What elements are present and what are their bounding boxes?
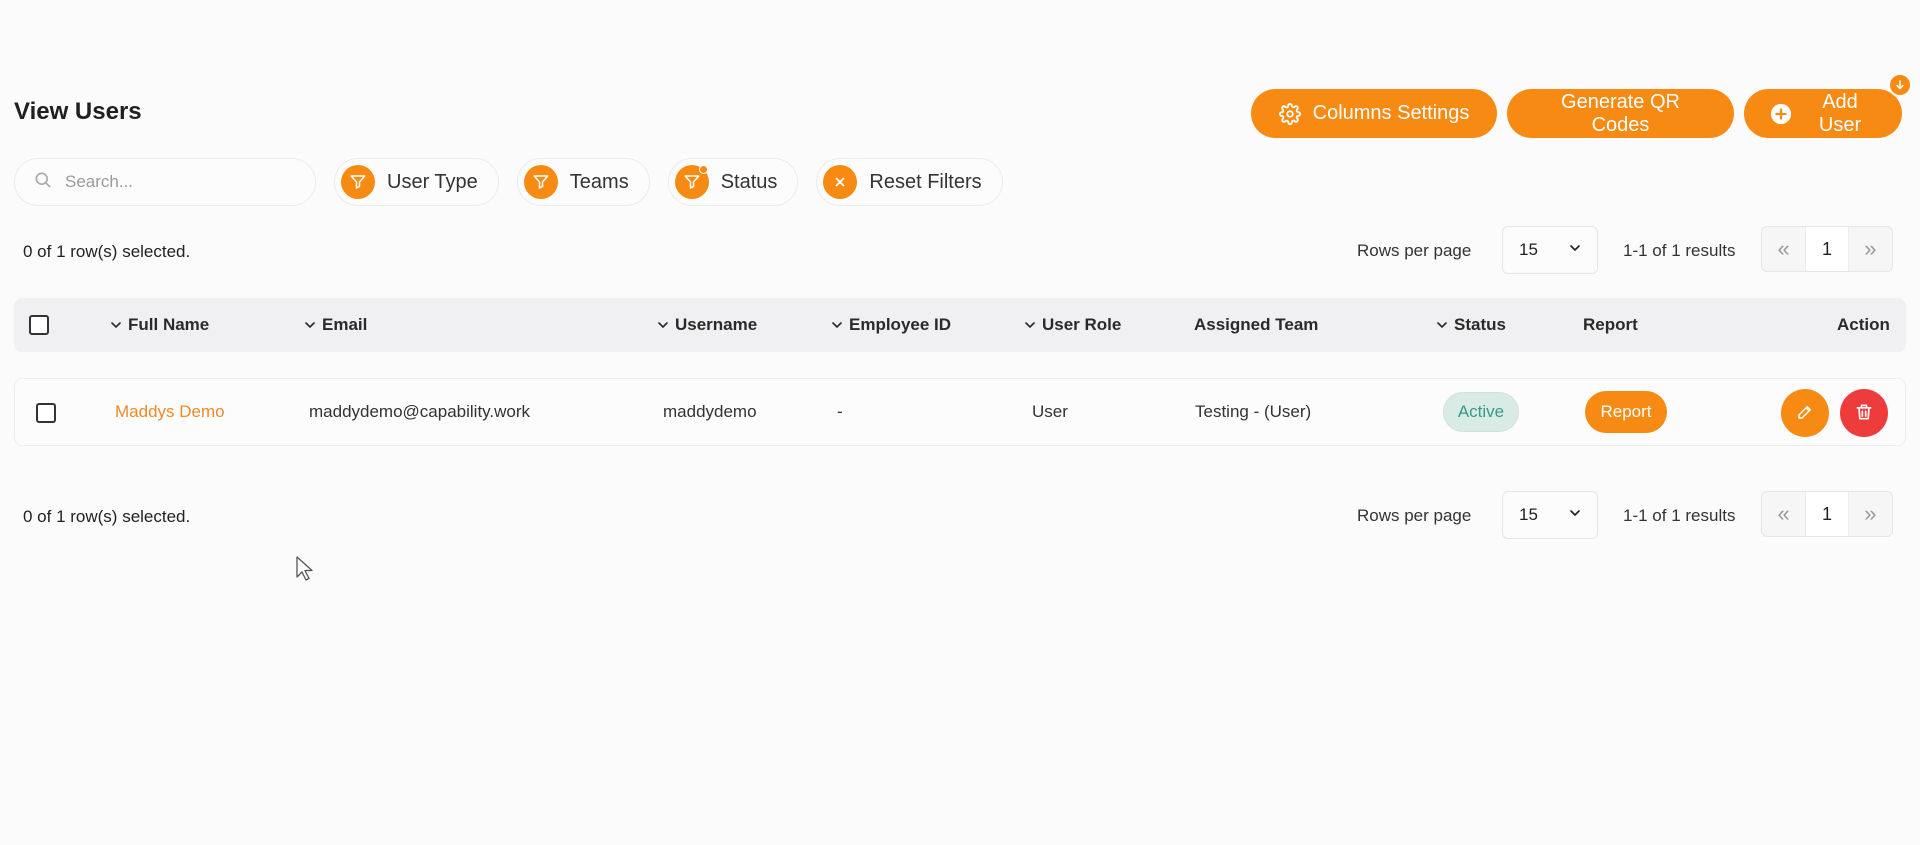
column-email-label: Email [322, 315, 368, 334]
sort-chevron-icon [111, 322, 121, 329]
current-page-number[interactable]: 1 [1805, 227, 1849, 271]
filter-user-type-label: User Type [387, 170, 478, 193]
user-role: User [1032, 402, 1068, 421]
generate-qr-codes-button[interactable]: Generate QR Codes [1507, 89, 1734, 138]
pagination-top: 0 of 1 row(s) selected. Rows per page 15… [0, 226, 1920, 276]
rows-per-page-label: Rows per page [1357, 241, 1472, 260]
results-count: 1-1 of 1 results [1623, 506, 1736, 525]
selection-count: 0 of 1 row(s) selected. [23, 507, 191, 526]
selection-count: 0 of 1 row(s) selected. [23, 242, 191, 261]
pagination-bottom: 0 of 1 row(s) selected. Rows per page 15… [0, 491, 1920, 541]
sort-chevron-icon [658, 322, 668, 329]
row-checkbox[interactable] [36, 403, 56, 423]
select-all-checkbox[interactable] [29, 315, 49, 335]
column-assigned-team: Assigned Team [1194, 315, 1318, 335]
column-username[interactable]: Username [655, 315, 757, 335]
gear-icon [1278, 102, 1301, 125]
rows-per-page-select[interactable]: 15 [1502, 226, 1598, 274]
sort-chevron-icon [305, 322, 315, 329]
sort-chevron-icon [832, 322, 842, 329]
close-icon [823, 165, 858, 199]
filter-funnel-icon [523, 165, 558, 199]
column-status-label: Status [1454, 315, 1506, 334]
pencil-icon [1796, 403, 1814, 424]
user-username: maddydemo [663, 402, 757, 421]
page-title: View Users [14, 98, 142, 125]
column-action: Action [1837, 315, 1890, 335]
results-count: 1-1 of 1 results [1623, 241, 1736, 260]
reset-filters-button[interactable]: Reset Filters [816, 158, 1003, 206]
trash-icon [1854, 402, 1874, 425]
first-page-icon[interactable]: « [1762, 492, 1805, 536]
column-email[interactable]: Email [302, 315, 367, 335]
edit-button[interactable] [1781, 389, 1829, 437]
filter-funnel-icon [341, 165, 375, 199]
column-report: Report [1583, 315, 1638, 335]
mouse-cursor-icon [296, 556, 314, 587]
first-page-icon[interactable]: « [1762, 227, 1805, 271]
rows-per-page-value: 15 [1519, 240, 1538, 259]
column-assigned-team-label: Assigned Team [1194, 315, 1319, 334]
sort-chevron-icon [1025, 322, 1035, 329]
columns-settings-button[interactable]: Columns Settings [1251, 89, 1497, 138]
last-page-icon[interactable]: » [1849, 492, 1892, 536]
column-full-name[interactable]: Full Name [108, 315, 209, 335]
user-employee-id: - [837, 402, 843, 421]
filter-funnel-active-icon [674, 165, 709, 199]
current-page-number[interactable]: 1 [1805, 492, 1849, 536]
generate-qr-label: Generate QR Codes [1561, 90, 1680, 136]
reset-filters-label: Reset Filters [869, 170, 982, 193]
chevron-down-icon [1567, 240, 1583, 261]
filter-status[interactable]: Status [667, 158, 799, 206]
add-user-label: Add User [1818, 90, 1862, 136]
report-button[interactable]: Report [1585, 391, 1667, 433]
column-full-name-label: Full Name [128, 315, 210, 334]
plus-circle-icon [1770, 103, 1792, 125]
user-assigned-team: Testing - (User) [1195, 402, 1312, 421]
top-actions: Columns Settings Generate QR Codes Add U… [1251, 73, 1912, 138]
download-arrow-icon[interactable] [1888, 73, 1912, 97]
filter-status-label: Status [720, 170, 778, 193]
column-status[interactable]: Status [1434, 315, 1506, 335]
delete-button[interactable] [1840, 389, 1888, 437]
rows-per-page-label: Rows per page [1357, 506, 1472, 525]
columns-settings-label: Columns Settings [1312, 102, 1470, 124]
search-icon [33, 170, 53, 195]
last-page-icon[interactable]: » [1849, 227, 1892, 271]
search-input[interactable] [65, 172, 285, 192]
rows-per-page-value: 15 [1519, 505, 1538, 524]
rows-per-page-select[interactable]: 15 [1502, 491, 1598, 539]
column-user-role-label: User Role [1042, 315, 1122, 334]
user-full-name-link[interactable]: Maddys Demo [115, 402, 225, 422]
chevron-down-icon [1567, 505, 1583, 526]
column-report-label: Report [1583, 315, 1638, 334]
column-user-role[interactable]: User Role [1022, 315, 1121, 335]
filter-bar: User Type Teams Status Reset Filters [14, 158, 1003, 206]
page-navigator: « 1 » [1761, 491, 1893, 537]
filter-teams-label: Teams [569, 170, 629, 193]
status-badge: Active [1443, 392, 1519, 432]
column-employee-id[interactable]: Employee ID [829, 315, 951, 335]
search-box[interactable] [14, 158, 316, 206]
user-email: maddydemo@capability.work [309, 402, 531, 421]
page-navigator: « 1 » [1761, 226, 1893, 272]
column-username-label: Username [675, 315, 758, 334]
filter-user-type[interactable]: User Type [334, 158, 499, 206]
column-action-label: Action [1837, 315, 1890, 334]
active-filter-dot [698, 165, 708, 174]
filter-teams[interactable]: Teams [516, 158, 650, 206]
add-user-button[interactable]: Add User [1744, 73, 1912, 138]
sort-chevron-icon [1437, 322, 1447, 329]
column-employee-id-label: Employee ID [849, 315, 952, 334]
table-row: Maddys Demo maddydemo@capability.work ma… [14, 378, 1906, 446]
table-header: Full Name Email Username Employee ID Use… [14, 298, 1906, 352]
